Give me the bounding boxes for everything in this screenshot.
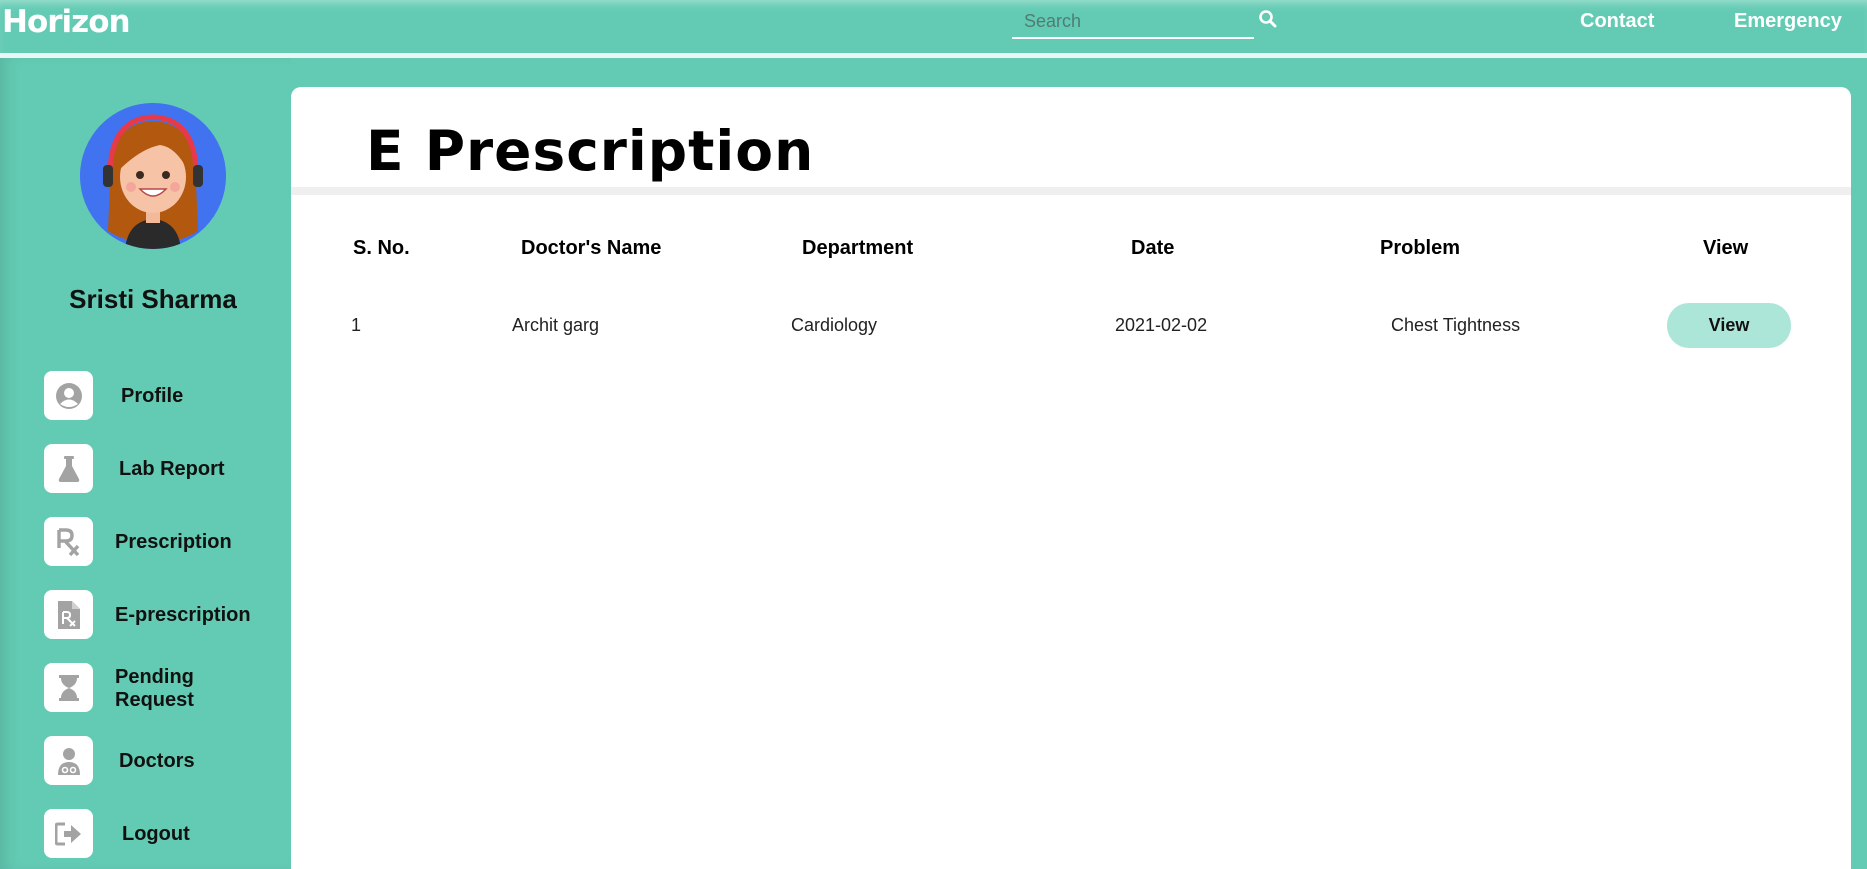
sidebar-item-prescription[interactable]: Prescription	[44, 517, 284, 567]
column-header-doctor: Doctor's Name	[521, 237, 662, 259]
nav-contact-link[interactable]: Contact	[1580, 10, 1654, 33]
sidebar-item-pending-request[interactable]: Pending Request	[44, 663, 284, 713]
page-title: E Prescription	[366, 119, 815, 183]
column-header-problem: Problem	[1380, 237, 1461, 259]
sidebar-item-doctors[interactable]: Doctors	[44, 736, 284, 786]
user-name: Sristi Sharma	[69, 284, 237, 314]
rx-icon	[44, 517, 93, 566]
column-header-date: Date	[1131, 237, 1175, 259]
search-input[interactable]	[1012, 6, 1254, 36]
user-circle-icon	[44, 371, 93, 420]
column-header-sno: S. No.	[353, 237, 410, 259]
brand-logo[interactable]: Horizon	[2, 4, 131, 40]
doctor-icon	[44, 736, 93, 785]
sidebar-item-label: E-prescription	[115, 604, 251, 626]
view-button[interactable]: View	[1667, 303, 1791, 348]
sidebar-item-label: Profile	[121, 385, 184, 407]
sidebar-item-e-prescription[interactable]: E-prescription	[44, 590, 284, 640]
flask-icon	[44, 444, 93, 493]
file-rx-icon	[44, 590, 93, 639]
sidebar-item-profile[interactable]: Profile	[44, 371, 284, 421]
top-bar: Horizon Contact Emergency	[0, 0, 1867, 54]
cell-date: 2021-02-02	[1115, 315, 1208, 335]
cell-problem: Chest Tightness	[1391, 315, 1521, 335]
logout-icon	[44, 809, 93, 858]
column-header-department: Department	[802, 237, 914, 259]
sidebar-item-logout[interactable]: Logout	[44, 809, 284, 859]
avatar	[80, 103, 226, 249]
nav-emergency-link[interactable]: Emergency	[1734, 10, 1842, 33]
sidebar-item-label: Pending Request	[115, 666, 194, 711]
sidebar-item-lab-report[interactable]: Lab Report	[44, 444, 284, 494]
sidebar-item-label: Prescription	[115, 531, 232, 553]
search-icon[interactable]	[1258, 9, 1280, 31]
search-box	[1012, 6, 1254, 39]
cell-doctor: Archit garg	[512, 315, 600, 335]
sidebar-item-label: Doctors	[119, 750, 195, 772]
cell-sno: 1	[351, 315, 362, 335]
column-header-view: View	[1703, 237, 1749, 259]
main-panel: E Prescription S. No. Doctor's Name Depa…	[291, 87, 1851, 869]
sidebar-item-label: Lab Report	[119, 458, 225, 480]
title-divider	[291, 187, 1851, 195]
cell-department: Cardiology	[791, 315, 878, 335]
hourglass-icon	[44, 663, 93, 712]
sidebar-item-label: Logout	[122, 823, 190, 845]
